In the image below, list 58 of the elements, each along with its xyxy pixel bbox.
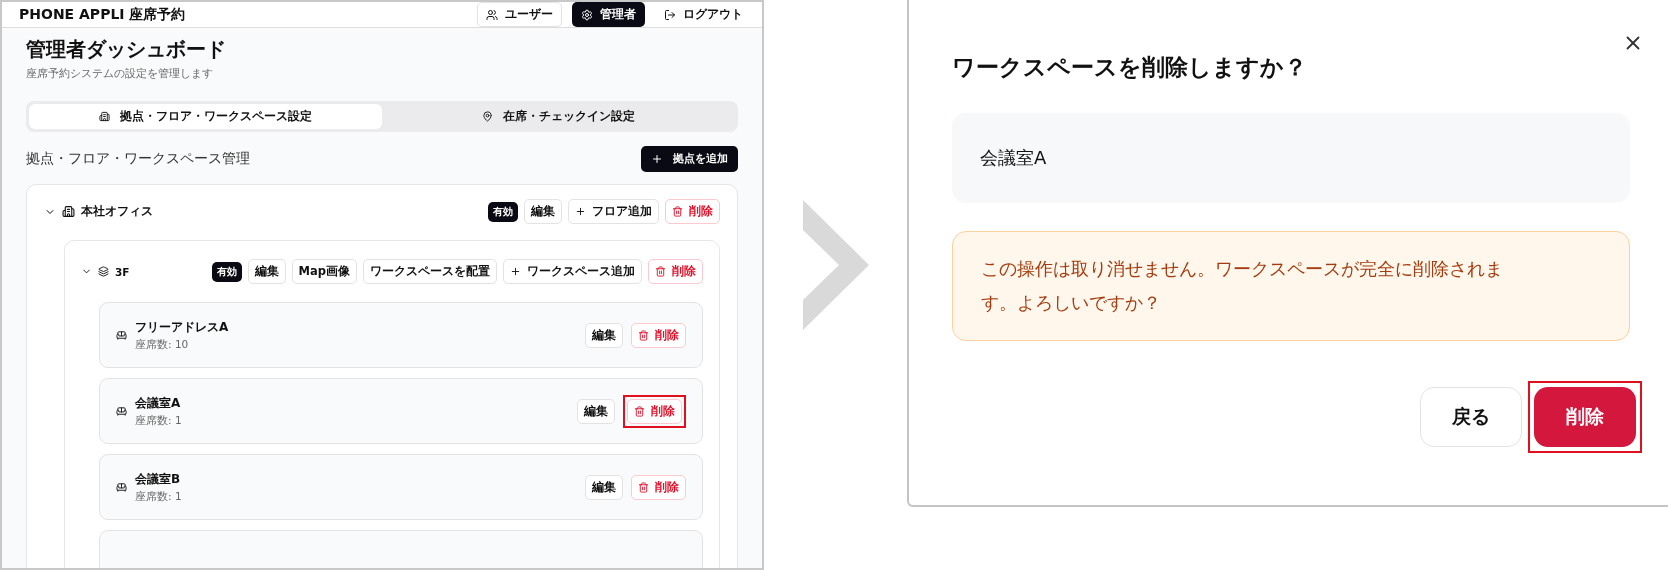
app-title: PHONE APPLI 座席予約 bbox=[19, 5, 187, 24]
back-button[interactable]: 戻る bbox=[1420, 387, 1522, 447]
trash-icon bbox=[672, 206, 683, 217]
edit-button[interactable]: 編集 bbox=[524, 199, 562, 224]
nav-button[interactable]: ユーザー bbox=[477, 2, 562, 27]
trash-icon bbox=[655, 266, 666, 277]
building-icon bbox=[99, 111, 110, 122]
warning-message: この操作は取り消せません。ワークスペースが完全に削除されます。よろしいですか？ bbox=[952, 231, 1630, 341]
delete-button[interactable]: 削除 bbox=[631, 322, 686, 348]
seat-count: 座席数: 1 bbox=[135, 413, 183, 428]
delete-button[interactable]: 削除 bbox=[1534, 387, 1636, 447]
logout-link[interactable]: ログアウト bbox=[655, 2, 752, 27]
edit-button[interactable]: 編集 bbox=[585, 322, 623, 348]
add-site-button[interactable]: 拠点を追加 bbox=[641, 146, 738, 172]
plus-icon bbox=[575, 206, 586, 217]
edit-button[interactable]: 編集 bbox=[577, 398, 615, 424]
plus-icon bbox=[651, 153, 663, 165]
add-button[interactable]: ワークスペース追加 bbox=[503, 259, 642, 284]
trash-icon bbox=[634, 405, 645, 417]
tab[interactable]: 在席・チェックイン設定 bbox=[382, 104, 735, 129]
page-subtitle: 座席予約システムの設定を管理します bbox=[26, 66, 214, 81]
site-name: 本社オフィス bbox=[81, 203, 154, 220]
delete-button[interactable]: 削除 bbox=[627, 398, 682, 424]
delete-button[interactable]: 削除 bbox=[631, 474, 686, 500]
sofa-icon bbox=[116, 405, 127, 417]
plus-icon bbox=[510, 266, 521, 277]
edit-button[interactable]: ワークスペースを配置 bbox=[363, 259, 497, 284]
chevron-arrow-icon bbox=[802, 200, 869, 330]
delete-button[interactable]: 削除 bbox=[665, 199, 720, 224]
dialog-title: ワークスペースを削除しますか？ bbox=[952, 53, 1308, 82]
edit-button[interactable]: 編集 bbox=[585, 474, 623, 500]
nav-button[interactable]: 管理者 bbox=[572, 2, 645, 27]
building-icon bbox=[62, 205, 75, 218]
workspace-name: 会議室B bbox=[135, 470, 182, 488]
workspace-name-box: 会議室A bbox=[952, 113, 1630, 203]
delete-button[interactable]: 削除 bbox=[648, 259, 703, 284]
workspace-name: 会議室A bbox=[135, 394, 182, 412]
map-pin-icon bbox=[482, 111, 493, 122]
seat-count: 座席数: 1 bbox=[135, 489, 183, 504]
users-icon bbox=[486, 8, 498, 21]
trash-icon bbox=[638, 481, 649, 493]
add-button[interactable]: フロア追加 bbox=[568, 199, 659, 224]
workspace-name: フリーアドレスA bbox=[135, 318, 230, 336]
logout-icon bbox=[664, 8, 676, 21]
seat-count: 座席数: 10 bbox=[135, 337, 190, 352]
settings-icon bbox=[581, 8, 593, 21]
section-title: 拠点・フロア・ワークスペース管理 bbox=[26, 150, 251, 168]
status-badge: 有効 bbox=[488, 201, 518, 222]
trash-icon bbox=[638, 329, 649, 341]
page-title: 管理者ダッシュボード bbox=[26, 36, 227, 63]
sofa-icon bbox=[116, 329, 127, 341]
floor-name: 3F bbox=[115, 265, 131, 278]
tab[interactable]: 拠点・フロア・ワークスペース設定 bbox=[29, 104, 382, 129]
status-badge: 有効 bbox=[211, 261, 242, 282]
layers-icon bbox=[98, 266, 109, 277]
edit-button[interactable]: 編集 bbox=[247, 259, 286, 284]
edit-button[interactable]: Map画像 bbox=[291, 259, 357, 284]
sofa-icon bbox=[116, 481, 127, 493]
